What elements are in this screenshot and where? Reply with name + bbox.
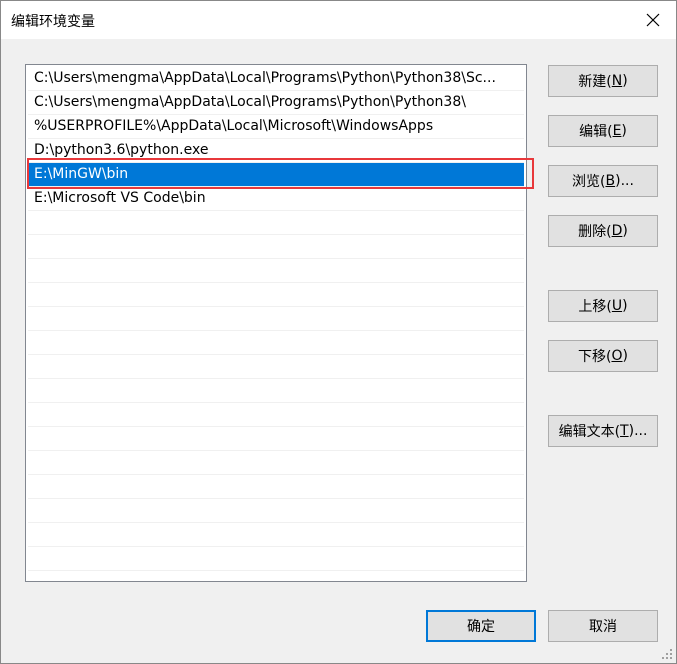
list-item[interactable]: C:\Users\mengma\AppData\Local\Programs\P… [28,91,524,115]
empty-row[interactable] [28,547,524,571]
empty-row[interactable] [28,499,524,523]
window-title: 编辑环境变量 [11,14,95,30]
empty-row[interactable] [28,355,524,379]
empty-row[interactable] [28,427,524,451]
cancel-button[interactable]: 取消 [548,610,658,642]
new-button[interactable]: 新建(N) [548,65,658,97]
browse-button[interactable]: 浏览(B)... [548,165,658,197]
path-listbox[interactable]: C:\Users\mengma\AppData\Local\Programs\P… [25,64,527,582]
resize-grip-icon[interactable] [661,648,673,660]
list-item[interactable]: C:\Users\mengma\AppData\Local\Programs\P… [28,67,524,91]
empty-row[interactable] [28,451,524,475]
empty-row[interactable] [28,475,524,499]
empty-row[interactable] [28,259,524,283]
title-bar: 编辑环境变量 [1,1,676,39]
empty-row[interactable] [28,379,524,403]
list-item[interactable]: %USERPROFILE%\AppData\Local\Microsoft\Wi… [28,115,524,139]
empty-row[interactable] [28,523,524,547]
edit-button[interactable]: 编辑(E) [548,115,658,147]
close-button[interactable] [630,1,676,39]
move-up-button[interactable]: 上移(U) [548,290,658,322]
list-item[interactable]: E:\Microsoft VS Code\bin [28,187,524,211]
edit-text-button[interactable]: 编辑文本(T)... [548,415,658,447]
empty-row[interactable] [28,235,524,259]
empty-row[interactable] [28,283,524,307]
list-item-selected[interactable]: E:\MinGW\bin [28,163,524,187]
close-icon [646,13,660,27]
empty-row[interactable] [28,307,524,331]
ok-button[interactable]: 确定 [426,610,536,642]
edit-env-var-dialog: 编辑环境变量 C:\Users\mengma\AppData\Local\Pro… [0,0,677,664]
empty-row[interactable] [28,403,524,427]
empty-row[interactable] [28,211,524,235]
delete-button[interactable]: 删除(D) [548,215,658,247]
move-down-button[interactable]: 下移(O) [548,340,658,372]
list-item[interactable]: D:\python3.6\python.exe [28,139,524,163]
empty-row[interactable] [28,331,524,355]
